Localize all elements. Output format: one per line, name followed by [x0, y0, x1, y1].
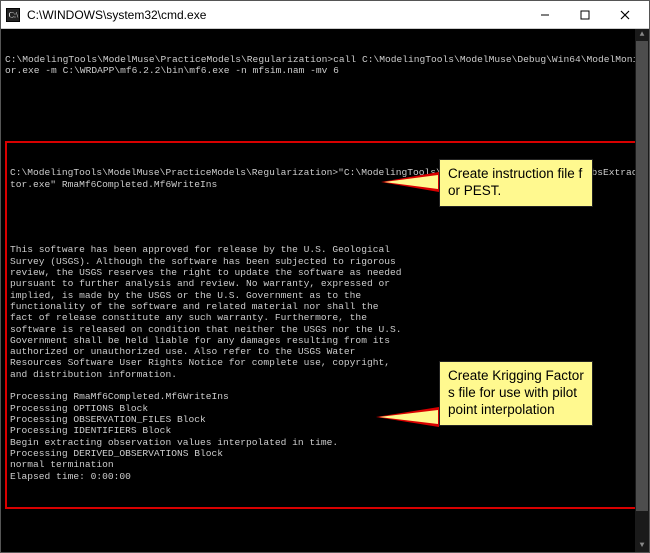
callout-pest-instruction: Create instruction file for PEST. — [439, 159, 593, 207]
scroll-down-button[interactable]: ▼ — [635, 540, 649, 552]
minimize-button[interactable] — [525, 1, 565, 28]
callout-pointer-1 — [381, 172, 439, 192]
cmd-line-call: C:\ModelingTools\ModelMuse\PracticeModel… — [5, 54, 645, 77]
maximize-button[interactable] — [565, 1, 605, 28]
callout-krigging-factors: Create Krigging Factors file for use wit… — [439, 361, 593, 426]
scroll-thumb[interactable] — [636, 41, 648, 511]
cmd-icon: C:\ — [5, 7, 21, 23]
titlebar[interactable]: C:\ C:\WINDOWS\system32\cmd.exe — [1, 1, 649, 29]
close-button[interactable] — [605, 1, 645, 28]
svg-text:C:\: C:\ — [9, 10, 19, 19]
window-controls — [525, 1, 645, 28]
callout-pointer-2 — [376, 407, 439, 427]
window-title: C:\WINDOWS\system32\cmd.exe — [27, 8, 525, 22]
cmd-window: C:\ C:\WINDOWS\system32\cmd.exe C:\Model… — [0, 0, 650, 553]
terminal-scrollbar[interactable]: ▲ ▼ — [635, 29, 649, 552]
scroll-up-button[interactable]: ▲ — [635, 29, 649, 41]
terminal-output[interactable]: C:\ModelingTools\ModelMuse\PracticeModel… — [1, 29, 649, 552]
